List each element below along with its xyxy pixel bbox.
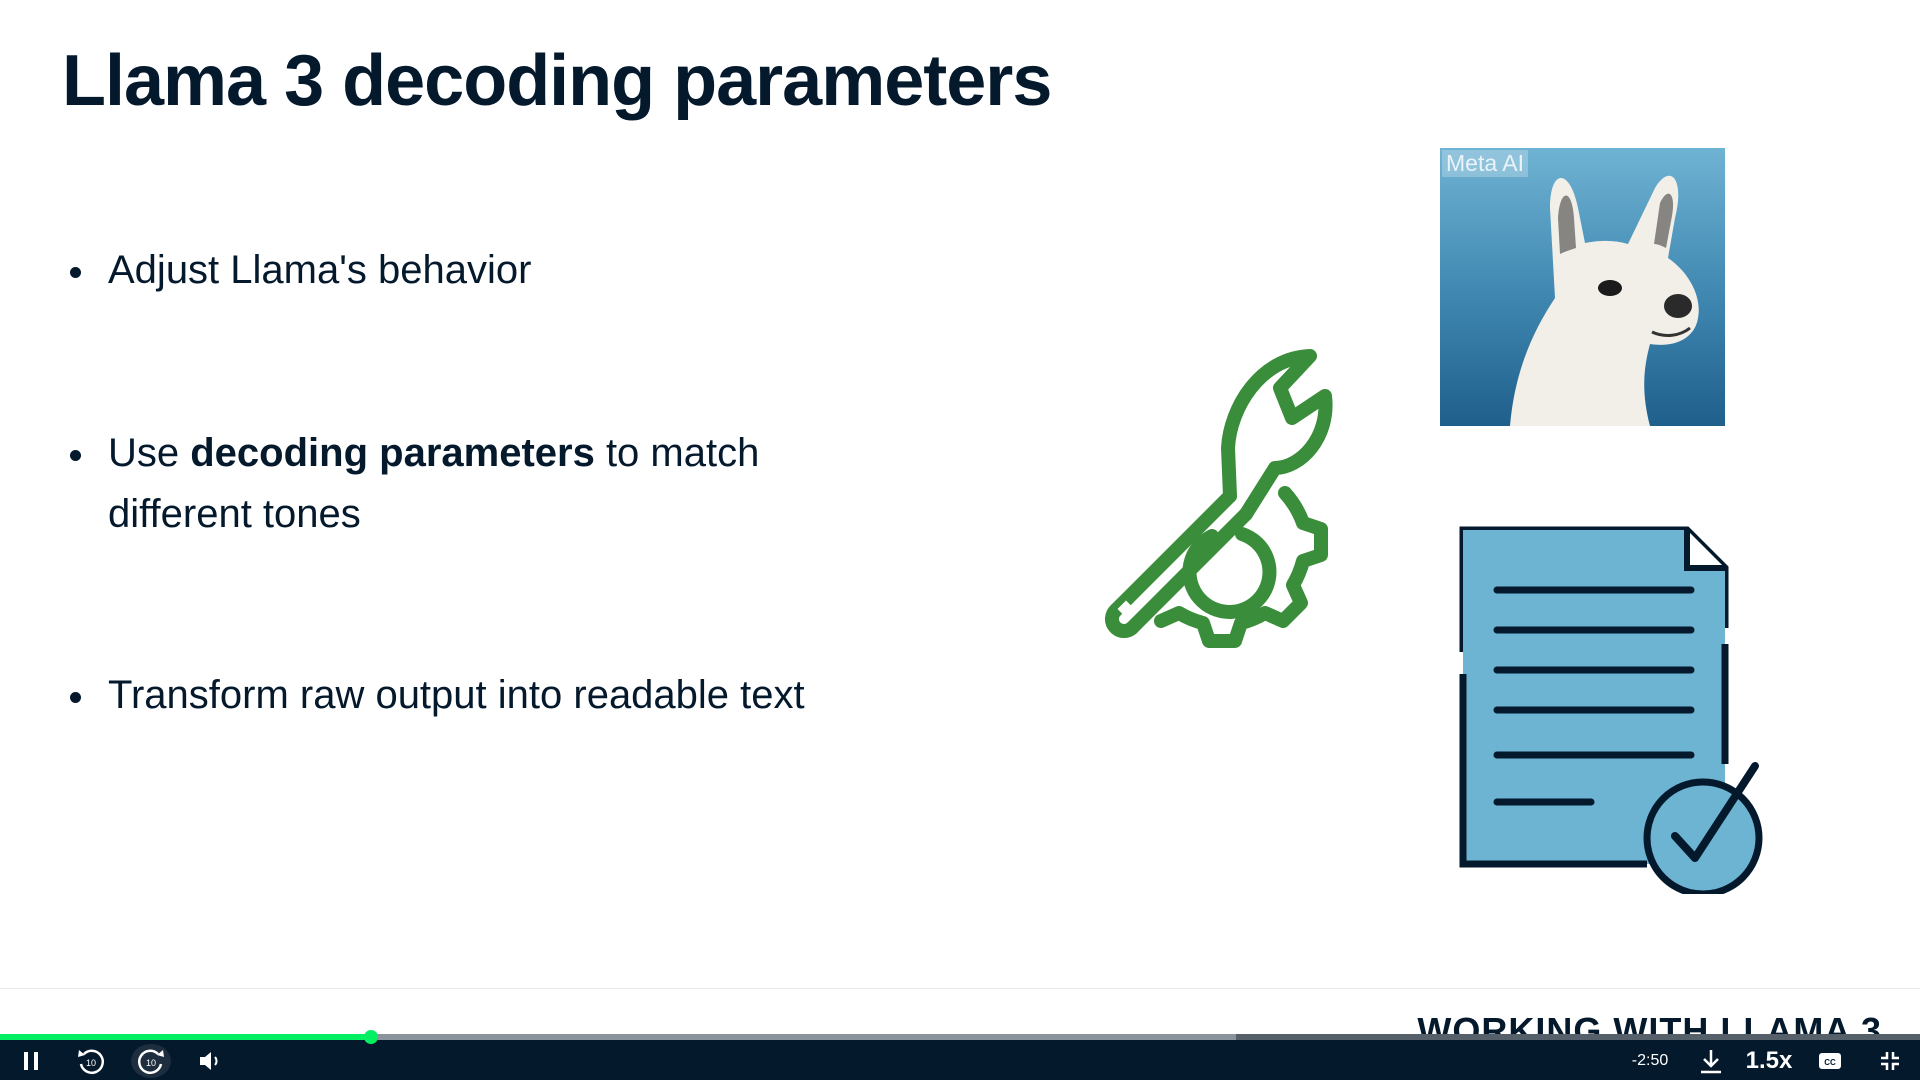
bullet-item: Adjust Llama's behavior <box>62 240 531 301</box>
captions-icon: CC <box>1819 1053 1841 1069</box>
progress-handle[interactable] <box>363 1030 378 1044</box>
forward-10-icon: 10 <box>137 1049 164 1074</box>
bullet-text-bold: decoding parameters <box>190 431 595 475</box>
bullet-item: Transform raw output into readable text <box>62 665 1008 726</box>
document-check-icon <box>1459 526 1763 894</box>
download-button[interactable] <box>1694 1044 1728 1078</box>
pause-icon <box>24 1052 38 1070</box>
exit-fullscreen-button[interactable] <box>1874 1044 1906 1078</box>
image-caption: Meta AI <box>1442 150 1528 177</box>
slide: Llama 3 decoding parameters Adjust Llama… <box>0 0 1920 1080</box>
download-icon <box>1701 1050 1721 1074</box>
playback-speed-button[interactable]: 1.5x <box>1744 1044 1794 1078</box>
pause-button[interactable] <box>16 1044 46 1078</box>
svg-text:10: 10 <box>86 1058 96 1068</box>
llama-image: Meta AI <box>1440 148 1725 426</box>
slide-title: Llama 3 decoding parameters <box>62 41 1052 121</box>
svg-text:10: 10 <box>146 1058 156 1068</box>
volume-button[interactable] <box>196 1044 226 1078</box>
wrench-gear-icon <box>1104 349 1333 648</box>
captions-button[interactable]: CC <box>1814 1044 1846 1078</box>
volume-icon <box>200 1052 218 1070</box>
progress-played <box>0 1034 371 1040</box>
time-remaining: -2:50 <box>1631 1052 1669 1069</box>
rewind-10-button[interactable]: 10 <box>74 1044 108 1078</box>
bullet-text-pre: Use <box>108 431 191 475</box>
bullet-item: Use decoding parameters to match differe… <box>62 423 868 545</box>
footer-divider <box>0 988 1920 989</box>
svg-text:CC: CC <box>1824 1058 1836 1067</box>
exit-fullscreen-icon <box>1881 1052 1899 1070</box>
progress-bar[interactable] <box>0 1030 1920 1044</box>
rewind-10-icon: 10 <box>78 1049 105 1074</box>
forward-10-button[interactable]: 10 <box>131 1044 171 1078</box>
